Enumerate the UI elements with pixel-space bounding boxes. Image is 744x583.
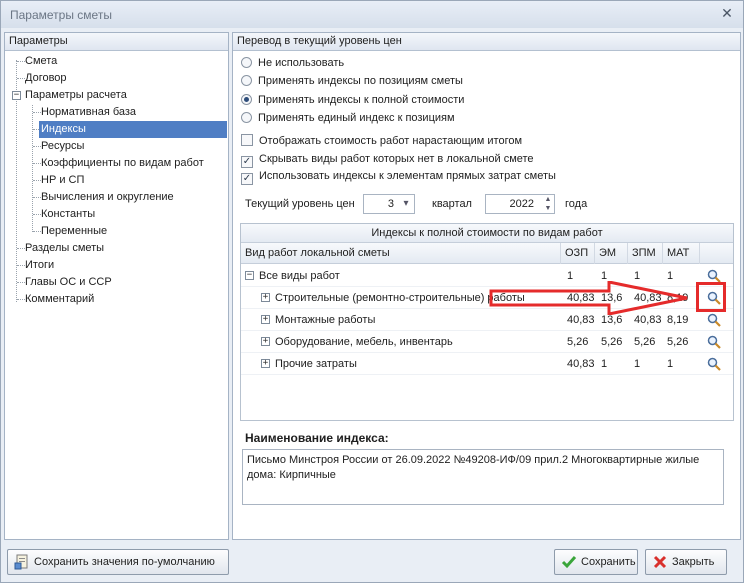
magnifier-icon[interactable] [707, 357, 721, 371]
save-defaults-icon [14, 554, 28, 570]
tree-connector [32, 105, 33, 232]
tree-collapse-icon[interactable]: − [12, 91, 21, 100]
tree-item-smeta[interactable]: Смета [23, 53, 59, 70]
price-level-label: Текущий уровень цен [245, 198, 355, 210]
quarter-select[interactable]: 3 ▾ [363, 194, 415, 214]
save-button[interactable]: Сохранить [554, 549, 638, 575]
col-zpm[interactable]: ЗПМ [628, 243, 663, 264]
price-level-header: Перевод в текущий уровень цен [233, 33, 740, 51]
tree-item-rounding[interactable]: Вычисления и округление [39, 189, 176, 206]
grid-header: Вид работ локальной сметы ОЗП ЭМ ЗПМ МАТ [241, 243, 733, 264]
checkbox-checked[interactable]: ✓ [241, 156, 253, 168]
window-title: Параметры сметы [10, 8, 112, 22]
row-expand-icon[interactable]: + [261, 359, 270, 368]
tree-item-totals[interactable]: Итоги [23, 257, 56, 274]
index-name-field[interactable]: Письмо Минстроя России от 26.09.2022 №49… [242, 449, 724, 505]
row-collapse-icon[interactable]: − [245, 271, 254, 280]
col-ozp[interactable]: ОЗП [561, 243, 595, 264]
tree-item-calc-params[interactable]: Параметры расчета [23, 87, 129, 104]
col-work-type[interactable]: Вид работ локальной сметы [241, 243, 561, 264]
checkbox-direct-costs[interactable]: ✓ Использовать индексы к элементам прямых… [241, 168, 556, 185]
radio-button[interactable] [241, 75, 252, 86]
tree-item-resources[interactable]: Ресурсы [39, 138, 86, 155]
checkbox-cumulative[interactable]: Отображать стоимость работ нарастающим и… [241, 133, 522, 149]
annotation-highlight-box [696, 282, 726, 312]
table-row[interactable]: + Оборудование, мебель, инвентарь 5,26 5… [241, 331, 733, 353]
checkbox[interactable] [241, 134, 253, 146]
row-expand-icon[interactable]: + [261, 337, 270, 346]
tree-item-norm-base[interactable]: Нормативная база [39, 104, 138, 121]
annotation-arrow [489, 281, 688, 315]
tree-item-sections[interactable]: Разделы сметы [23, 240, 106, 257]
dropdown-arrow-icon[interactable]: ▾ [400, 195, 412, 213]
row-expand-icon[interactable]: + [261, 315, 270, 324]
tree-item-dogovor[interactable]: Договор [23, 70, 69, 87]
cross-icon [653, 555, 667, 569]
year-spinner[interactable]: 2022 ▲▼ [485, 194, 555, 214]
col-action [700, 243, 733, 264]
magnifier-icon[interactable] [707, 269, 721, 283]
price-level-row: Текущий уровень цен [245, 194, 355, 214]
radio-no-index[interactable]: Не использовать [241, 55, 344, 71]
title-bar: Параметры сметы ✕ [1, 1, 743, 28]
grid-caption: Индексы к полной стоимости по видам рабо… [241, 224, 733, 243]
dialog-window: Параметры сметы ✕ Параметры Смета Догово… [0, 0, 744, 583]
tree-item-variables[interactable]: Переменные [39, 223, 109, 240]
quarter-label: квартал [432, 198, 472, 210]
table-row[interactable]: + Прочие затраты 40,83 1 1 1 [241, 353, 733, 375]
magnifier-icon[interactable] [707, 313, 721, 327]
checkbox-hide-missing[interactable]: ✓ Скрывать виды работ которых нет в локал… [241, 151, 534, 168]
magnifier-icon[interactable] [707, 335, 721, 349]
radio-button-selected[interactable] [241, 94, 252, 105]
radio-single-index[interactable]: Применять единый индекс к позициям [241, 110, 455, 126]
tree-item-nr-sp[interactable]: НР и СП [39, 172, 86, 189]
checkbox-checked[interactable]: ✓ [241, 173, 253, 185]
tree-item-chapters[interactable]: Главы ОС и ССР [23, 274, 114, 291]
radio-full-cost[interactable]: Применять индексы к полной стоимости [241, 92, 464, 108]
radio-per-position[interactable]: Применять индексы по позициям сметы [241, 73, 463, 89]
tree-item-constants[interactable]: Константы [39, 206, 97, 223]
checkmark-icon [561, 556, 577, 569]
parameters-tree-panel: Параметры Смета Договор − Параметры расч… [4, 32, 229, 540]
close-button[interactable]: Закрыть [645, 549, 727, 575]
tree-item-comment[interactable]: Комментарий [23, 291, 96, 308]
radio-button[interactable] [241, 112, 252, 123]
parameters-tree-header: Параметры [5, 33, 228, 51]
close-window-icon[interactable]: ✕ [718, 5, 736, 23]
save-defaults-button[interactable]: Сохранить значения по-умолчанию [7, 549, 229, 575]
spin-arrows-icon[interactable]: ▲▼ [544, 195, 552, 213]
index-name-label: Наименование индекса: [245, 431, 389, 445]
radio-button[interactable] [241, 57, 252, 68]
row-expand-icon[interactable]: + [261, 293, 270, 302]
year-label: года [565, 198, 588, 210]
tree-item-indexes[interactable]: Индексы [39, 121, 227, 138]
col-em[interactable]: ЭМ [595, 243, 628, 264]
tree-item-coefficients[interactable]: Коэффициенты по видам работ [39, 155, 206, 172]
index-grid: Индексы к полной стоимости по видам рабо… [240, 223, 734, 421]
col-mat[interactable]: МАТ [663, 243, 700, 264]
